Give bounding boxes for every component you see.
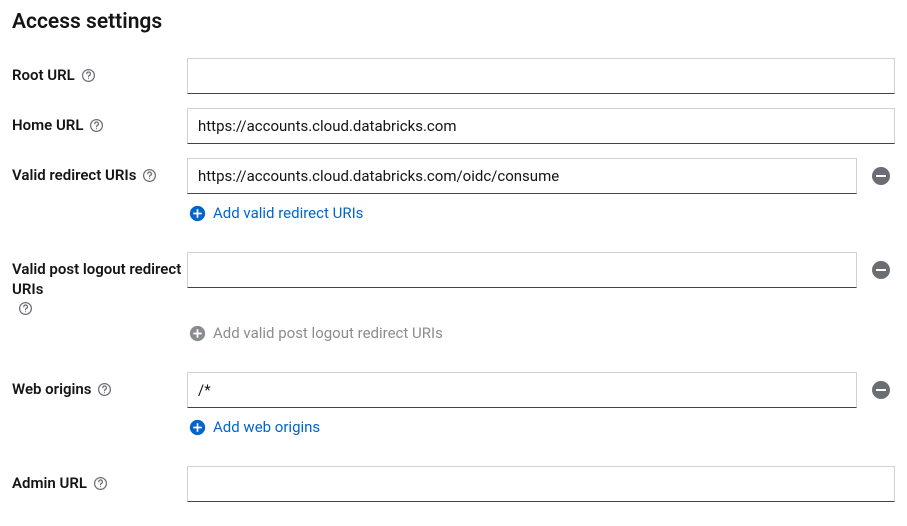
- label-home-url: Home URL: [12, 108, 187, 136]
- admin-url-input[interactable]: [187, 466, 895, 502]
- minus-circle-icon: [871, 166, 891, 186]
- help-icon[interactable]: [142, 168, 157, 183]
- help-icon[interactable]: [93, 476, 108, 491]
- plus-circle-icon: [189, 419, 206, 436]
- field-valid-redirect-uris: Valid redirect URIs: [12, 158, 895, 194]
- label-text: Admin URL: [12, 474, 87, 494]
- label-text: Home URL: [12, 116, 83, 136]
- field-home-url: Home URL: [12, 108, 895, 144]
- add-valid-redirect-uris-button[interactable]: Add valid redirect URIs: [187, 198, 365, 228]
- remove-redirect-uri-button[interactable]: [867, 162, 895, 190]
- minus-circle-icon: [871, 380, 891, 400]
- help-icon[interactable]: [89, 118, 104, 133]
- minus-circle-icon: [871, 260, 891, 280]
- field-root-url: Root URL: [12, 58, 895, 94]
- label-valid-redirect-uris: Valid redirect URIs: [12, 158, 187, 186]
- valid-post-logout-input[interactable]: [187, 252, 857, 288]
- root-url-input[interactable]: [187, 58, 895, 94]
- add-label: Add valid redirect URIs: [213, 204, 363, 222]
- web-origins-input[interactable]: [187, 372, 857, 408]
- remove-web-origin-button[interactable]: [867, 376, 895, 404]
- add-valid-post-logout-button[interactable]: Add valid post logout redirect URIs: [187, 318, 445, 348]
- add-web-origins-button[interactable]: Add web origins: [187, 412, 322, 442]
- label-text: Valid post logout redirect URIs: [12, 260, 187, 299]
- plus-circle-icon: [189, 205, 206, 222]
- add-row-redirect-uris: Add valid redirect URIs: [12, 198, 895, 228]
- home-url-input[interactable]: [187, 108, 895, 144]
- field-admin-url: Admin URL: [12, 466, 895, 502]
- help-icon[interactable]: [81, 68, 96, 83]
- add-label: Add web origins: [213, 418, 320, 436]
- plus-circle-icon: [189, 325, 206, 342]
- help-icon[interactable]: [97, 382, 112, 397]
- label-text: Root URL: [12, 66, 75, 86]
- label-web-origins: Web origins: [12, 372, 187, 400]
- add-label: Add valid post logout redirect URIs: [213, 324, 443, 342]
- section-title: Access settings: [12, 10, 895, 34]
- label-text: Web origins: [12, 380, 91, 400]
- field-web-origins: Web origins: [12, 372, 895, 408]
- add-row-web-origins: Add web origins: [12, 412, 895, 442]
- label-text: Valid redirect URIs: [12, 166, 136, 186]
- help-icon[interactable]: [18, 301, 33, 316]
- label-admin-url: Admin URL: [12, 466, 187, 494]
- field-valid-post-logout: Valid post logout redirect URIs: [12, 252, 895, 314]
- label-valid-post-logout: Valid post logout redirect URIs: [12, 252, 187, 314]
- add-row-post-logout: Add valid post logout redirect URIs: [12, 318, 895, 348]
- valid-redirect-uris-input[interactable]: [187, 158, 857, 194]
- label-root-url: Root URL: [12, 58, 187, 86]
- remove-post-logout-button[interactable]: [867, 256, 895, 284]
